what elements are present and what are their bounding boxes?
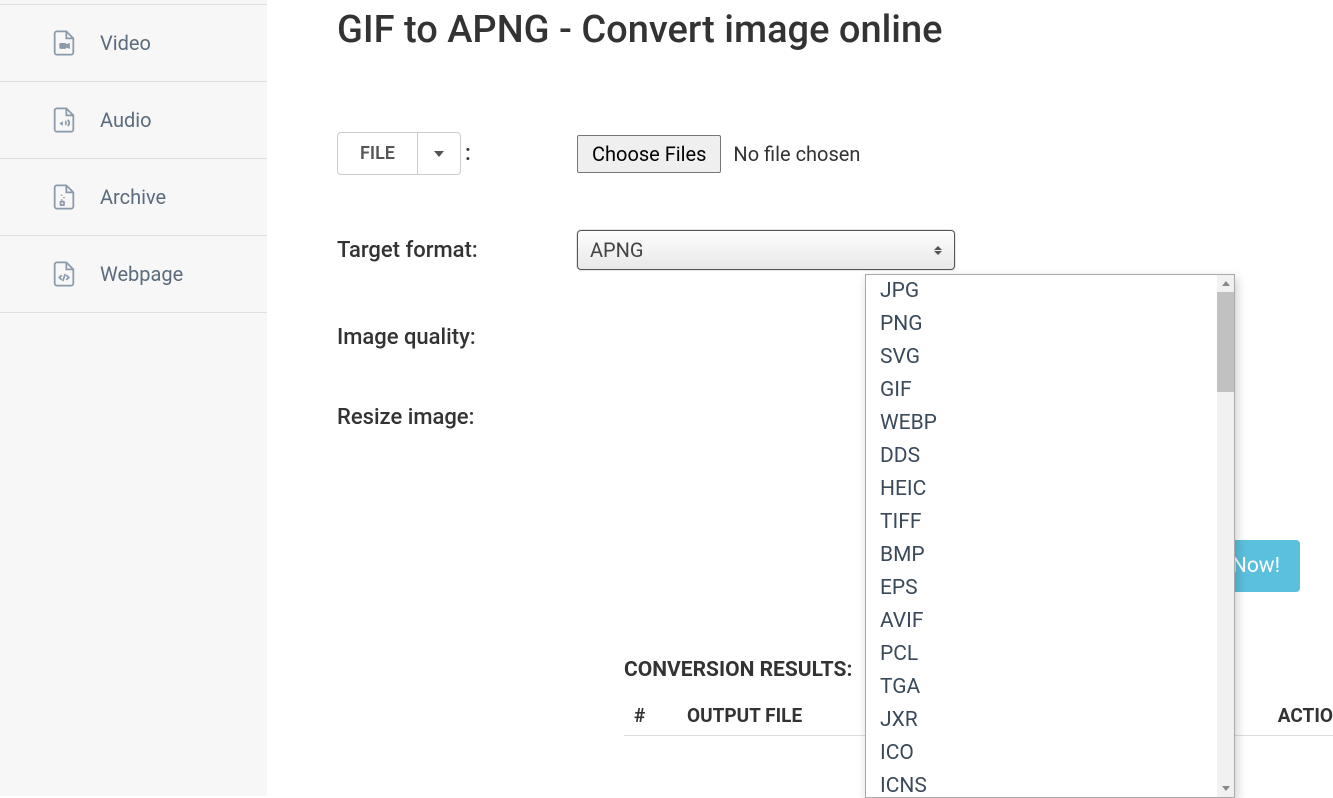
main-content: GIF to APNG - Convert image online FILE … [267, 0, 1333, 796]
col-number: # [624, 704, 687, 727]
dropdown-scrollbar[interactable] [1217, 275, 1234, 797]
image-quality-label: Image quality: [337, 325, 577, 350]
dropdown-option-png[interactable]: PNG [866, 308, 1217, 341]
sidebar-item-label: Video [100, 31, 151, 55]
dropdown-option-jpg[interactable]: JPG [866, 275, 1217, 308]
dropdown-option-dds[interactable]: DDS [866, 440, 1217, 473]
sidebar-item-label: Audio [100, 108, 152, 132]
sidebar: Video Audio Archive Webpage [0, 0, 267, 796]
dropdown-option-avif[interactable]: AVIF [866, 605, 1217, 638]
dropdown-option-tga[interactable]: TGA [866, 671, 1217, 704]
dropdown-option-svg[interactable]: SVG [866, 341, 1217, 374]
sidebar-item-video[interactable]: Video [0, 4, 267, 82]
dropdown-option-tiff[interactable]: TIFF [866, 506, 1217, 539]
scroll-up-button[interactable] [1217, 275, 1234, 292]
scroll-thumb[interactable] [1217, 292, 1234, 392]
file-source-dropdown[interactable]: FILE [337, 132, 461, 175]
webpage-file-icon [50, 260, 78, 288]
target-format-row: Target format: APNG [337, 230, 1313, 270]
target-format-value: APNG [590, 238, 644, 262]
audio-file-icon [50, 106, 78, 134]
target-format-label: Target format: [337, 238, 577, 263]
sidebar-item-label: Archive [100, 185, 166, 209]
dropdown-option-eps[interactable]: EPS [866, 572, 1217, 605]
no-file-text: No file chosen [733, 142, 860, 166]
sidebar-item-archive[interactable]: Archive [0, 159, 267, 236]
dropdown-option-ico[interactable]: ICO [866, 737, 1217, 770]
sidebar-item-webpage[interactable]: Webpage [0, 236, 267, 313]
choose-files-button[interactable]: Choose Files [577, 135, 721, 173]
colon: : [465, 141, 471, 166]
target-format-select[interactable]: APNG [577, 230, 955, 270]
sidebar-item-label: Webpage [100, 262, 183, 286]
dropdown-option-jxr[interactable]: JXR [866, 704, 1217, 737]
col-action: ACTIO [1278, 704, 1333, 727]
dropdown-option-pcl[interactable]: PCL [866, 638, 1217, 671]
dropdown-option-icns[interactable]: ICNS [866, 770, 1217, 797]
dropdown-option-heic[interactable]: HEIC [866, 473, 1217, 506]
select-arrows-icon [934, 246, 942, 255]
video-file-icon [50, 29, 78, 57]
sidebar-item-audio[interactable]: Audio [0, 82, 267, 159]
archive-file-icon [50, 183, 78, 211]
file-row: FILE : Choose Files No file chosen [337, 132, 1313, 175]
dropdown-option-webp[interactable]: WEBP [866, 407, 1217, 440]
scroll-down-button[interactable] [1217, 780, 1234, 797]
dropdown-option-bmp[interactable]: BMP [866, 539, 1217, 572]
format-dropdown-list: JPGPNGSVGGIFWEBPDDSHEICTIFFBMPEPSAVIFPCL… [865, 274, 1235, 798]
resize-image-label: Resize image: [337, 405, 577, 430]
file-source-label: FILE [338, 133, 418, 174]
dropdown-option-gif[interactable]: GIF [866, 374, 1217, 407]
caret-down-icon [418, 133, 460, 174]
page-title: GIF to APNG - Convert image online [337, 8, 1313, 52]
